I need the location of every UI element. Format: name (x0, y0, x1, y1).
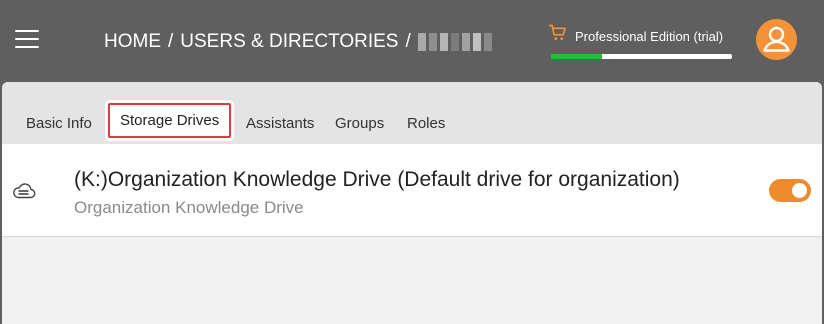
avatar[interactable] (756, 19, 797, 60)
trial-progress-bar (551, 54, 732, 59)
toggle-knob (792, 183, 807, 198)
cloud-storage-icon (13, 183, 36, 199)
breadcrumb: HOME / USERS & DIRECTORIES / (104, 30, 492, 54)
breadcrumb-current-user-redacted (417, 32, 492, 52)
breadcrumb-users-directories[interactable]: USERS & DIRECTORIES (180, 31, 398, 53)
drive-title: (K:)Organization Knowledge Drive (Defaul… (74, 168, 680, 191)
tab-bar: Basic Info Storage Drives Assistants Gro… (2, 82, 822, 144)
tab-basic-info[interactable]: Basic Info (26, 115, 92, 132)
menu-icon[interactable] (15, 29, 39, 49)
trial-progress-fill (551, 54, 602, 59)
tab-assistants[interactable]: Assistants (246, 115, 314, 132)
content-panel: Basic Info Storage Drives Assistants Gro… (2, 82, 822, 324)
breadcrumb-separator: / (168, 31, 174, 52)
edition-label: Professional Edition (trial) (575, 29, 724, 44)
tab-roles[interactable]: Roles (407, 115, 445, 132)
breadcrumb-home[interactable]: HOME (104, 31, 161, 53)
breadcrumb-separator: / (405, 31, 411, 52)
drive-subtitle: Organization Knowledge Drive (74, 198, 304, 217)
drive-enabled-toggle[interactable] (769, 179, 811, 202)
user-icon (763, 26, 790, 52)
top-bar: HOME / USERS & DIRECTORIES / Professiona… (0, 0, 824, 82)
tab-storage-drives[interactable]: Storage Drives (108, 103, 232, 138)
shopping-cart-icon (549, 24, 566, 41)
drive-list-item[interactable]: (K:)Organization Knowledge Drive (Defaul… (2, 144, 822, 237)
tab-groups[interactable]: Groups (335, 115, 384, 132)
